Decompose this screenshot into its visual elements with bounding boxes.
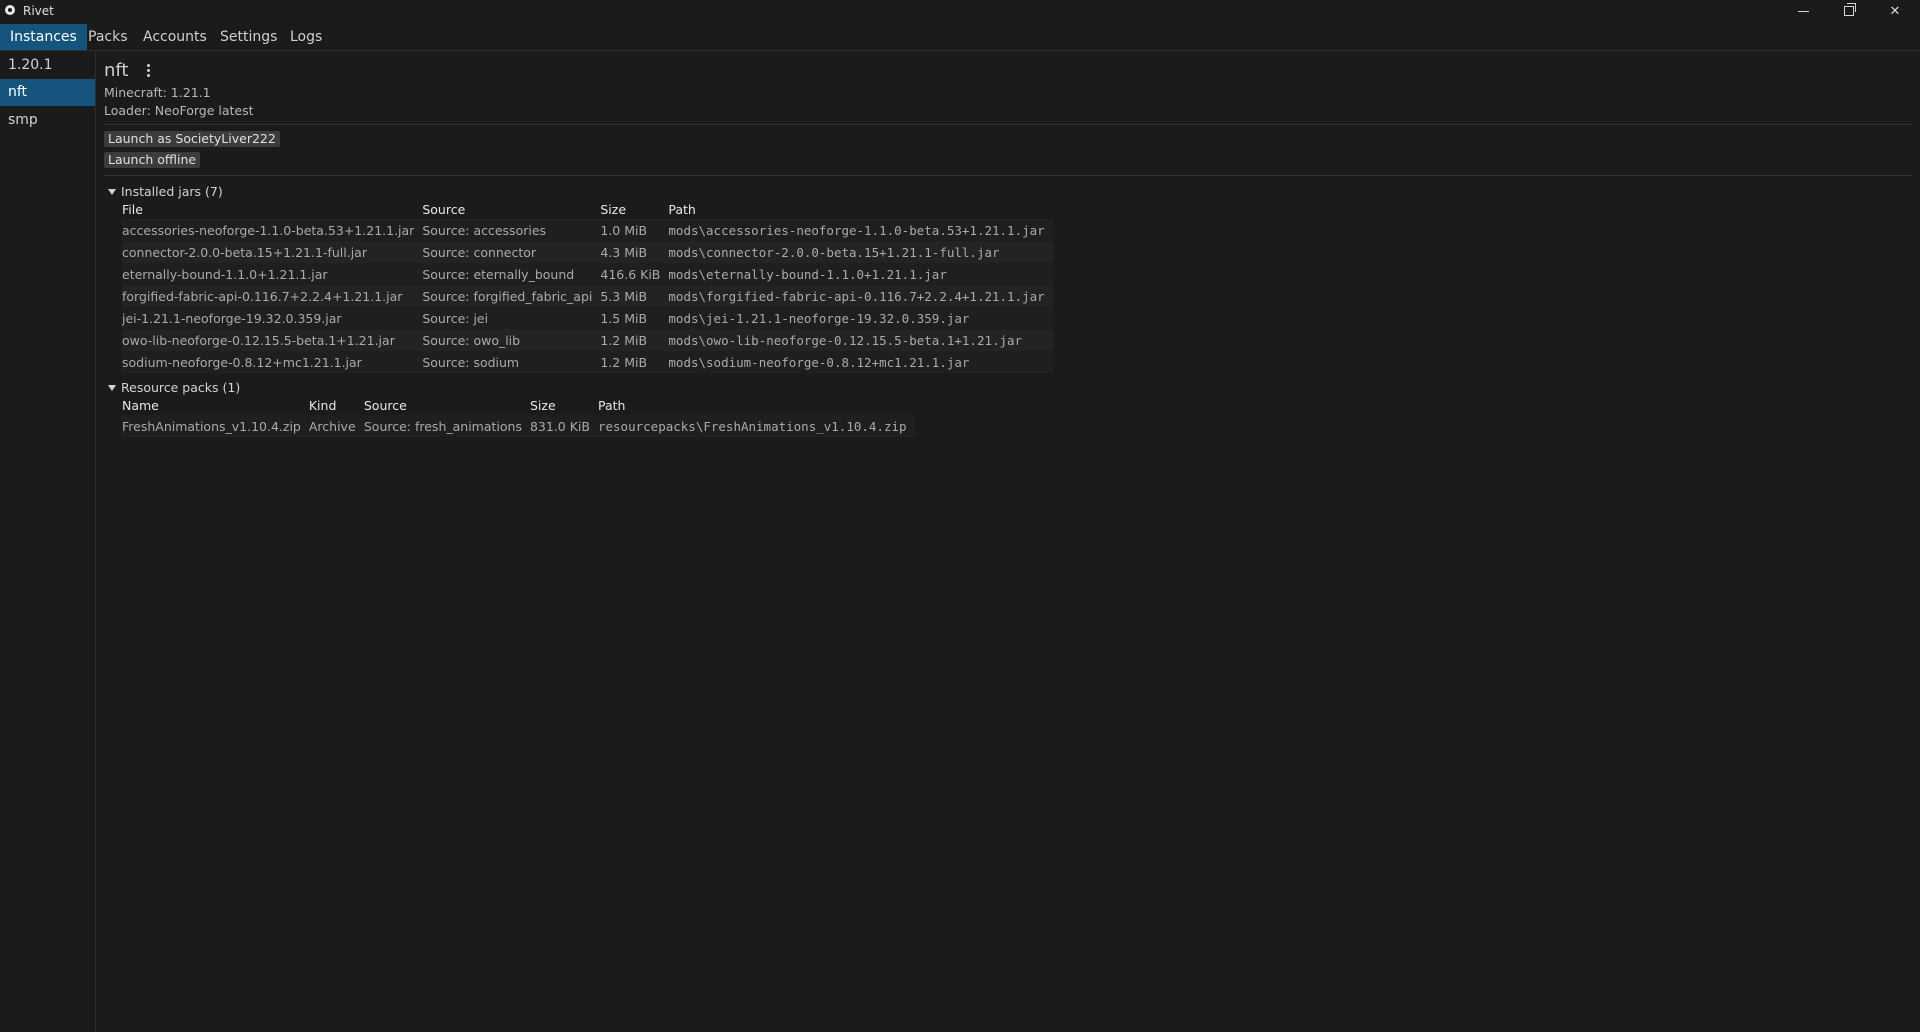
- jar-file: sodium-neoforge-0.8.12+mc1.21.1.jar: [122, 351, 423, 373]
- tab-instances[interactable]: Instances: [0, 24, 87, 50]
- pack-source: Source: fresh_animations: [363, 415, 530, 437]
- jar-size: 1.0 MiB: [600, 219, 669, 241]
- app-logo-icon: [5, 5, 15, 15]
- jar-size: 4.3 MiB: [600, 241, 669, 263]
- close-button[interactable]: ✕: [1872, 0, 1918, 22]
- resource-packs-toggle[interactable]: Resource packs (1): [108, 380, 240, 395]
- installed-jars-toggle[interactable]: Installed jars (7): [108, 184, 223, 199]
- table-row[interactable]: FreshAnimations_v1.10.4.zip Archive Sour…: [122, 415, 915, 437]
- pack-size: 831.0 KiB: [529, 415, 598, 437]
- close-icon: ✕: [1889, 3, 1901, 19]
- jar-file: jei-1.21.1-neoforge-19.32.0.359.jar: [122, 307, 423, 329]
- window-title: Rivet: [23, 4, 54, 18]
- resource-packs-table: Name Kind Source Size Path FreshAnimatio…: [122, 395, 915, 437]
- column-header-kind: Kind: [308, 397, 337, 413]
- jar-size: 416.6 KiB: [600, 263, 669, 285]
- table-header-row: File Source Size Path: [122, 199, 1053, 219]
- table-row[interactable]: connector-2.0.0-beta.15+1.21.1-full.jar …: [122, 241, 1053, 263]
- jar-source: Source: connector: [422, 241, 601, 263]
- divider: [104, 175, 1912, 176]
- jar-file: connector-2.0.0-beta.15+1.21.1-full.jar: [122, 241, 423, 263]
- table-row[interactable]: accessories-neoforge-1.1.0-beta.53+1.21.…: [122, 219, 1053, 241]
- installed-jars-table: File Source Size Path accessories-neofor…: [122, 199, 1053, 373]
- minecraft-version: Minecraft: 1.21.1: [104, 85, 211, 100]
- table-row[interactable]: eternally-bound-1.1.0+1.21.1.jar Source:…: [122, 263, 1053, 285]
- jar-file: eternally-bound-1.1.0+1.21.1.jar: [122, 263, 423, 285]
- main-tab-bar: Instances Packs Accounts Settings Logs: [0, 24, 1920, 51]
- table-header-row: Name Kind Source Size Path: [122, 395, 915, 415]
- jar-path: mods\sodium-neoforge-0.8.12+mc1.21.1.jar: [668, 351, 1053, 373]
- loader-info: Loader: NeoForge latest: [104, 103, 254, 118]
- restore-icon: [1844, 3, 1856, 16]
- sidebar-item-nft[interactable]: nft: [0, 79, 95, 106]
- instance-detail-panel: nft Minecraft: 1.21.1 Loader: NeoForge l…: [104, 51, 1912, 1031]
- jar-size: 1.2 MiB: [600, 351, 669, 373]
- jar-path: mods\forgified-fabric-api-0.116.7+2.2.4+…: [668, 285, 1053, 307]
- launch-offline-button[interactable]: Launch offline: [104, 152, 201, 168]
- tab-accounts[interactable]: Accounts: [133, 24, 217, 50]
- pack-path: resourcepacks\FreshAnimations_v1.10.4.zi…: [597, 415, 915, 437]
- pack-name: FreshAnimations_v1.10.4.zip: [122, 415, 309, 437]
- jar-size: 1.5 MiB: [600, 307, 669, 329]
- tab-logs[interactable]: Logs: [280, 24, 332, 50]
- collapse-triangle-icon: [108, 384, 116, 391]
- pack-kind: Archive: [308, 415, 364, 437]
- jar-source: Source: eternally_bound: [422, 263, 601, 285]
- column-header-source: Source: [363, 397, 407, 413]
- jar-source: Source: forgified_fabric_api: [422, 285, 601, 307]
- table-row[interactable]: sodium-neoforge-0.8.12+mc1.21.1.jar Sour…: [122, 351, 1053, 373]
- jar-path: mods\jei-1.21.1-neoforge-19.32.0.359.jar: [668, 307, 1053, 329]
- jar-source: Source: owo_lib: [422, 329, 601, 351]
- column-header-name: Name: [122, 397, 159, 413]
- instance-sidebar: 1.20.1 nft smp: [0, 51, 96, 1032]
- table-row[interactable]: jei-1.21.1-neoforge-19.32.0.359.jar Sour…: [122, 307, 1053, 329]
- jar-file: accessories-neoforge-1.1.0-beta.53+1.21.…: [122, 219, 423, 241]
- launch-as-button[interactable]: Launch as SocietyLiver222: [104, 131, 280, 147]
- maximize-button[interactable]: [1826, 0, 1872, 22]
- jar-file: forgified-fabric-api-0.116.7+2.2.4+1.21.…: [122, 285, 423, 307]
- collapse-triangle-icon: [108, 188, 116, 195]
- jar-source: Source: jei: [422, 307, 601, 329]
- app-window: Rivet ✕ Instances Packs Accounts Setting…: [0, 0, 1920, 1032]
- jar-path: mods\connector-2.0.0-beta.15+1.21.1-full…: [668, 241, 1053, 263]
- jar-size: 5.3 MiB: [600, 285, 669, 307]
- column-header-size: Size: [529, 397, 556, 413]
- tab-packs[interactable]: Packs: [78, 24, 138, 50]
- instance-title: nft: [104, 60, 129, 81]
- divider: [104, 124, 1912, 125]
- minimize-icon: [1797, 10, 1809, 12]
- resource-packs-header: Resource packs (1): [121, 380, 241, 395]
- jar-path: mods\owo-lib-neoforge-0.12.15.5-beta.1+1…: [668, 329, 1053, 351]
- column-header-file: File: [122, 201, 143, 217]
- sidebar-item-smp[interactable]: smp: [0, 107, 95, 134]
- more-options-icon[interactable]: [144, 63, 152, 79]
- minimize-button[interactable]: [1780, 0, 1826, 22]
- jar-path: mods\eternally-bound-1.1.0+1.21.1.jar: [668, 263, 1053, 285]
- column-header-path: Path: [668, 201, 696, 217]
- jar-path: mods\accessories-neoforge-1.1.0-beta.53+…: [668, 219, 1053, 241]
- tab-settings[interactable]: Settings: [210, 24, 287, 50]
- jar-size: 1.2 MiB: [600, 329, 669, 351]
- jar-source: Source: sodium: [422, 351, 601, 373]
- jar-source: Source: accessories: [422, 219, 601, 241]
- column-header-size: Size: [600, 201, 627, 217]
- column-header-source: Source: [422, 201, 466, 217]
- sidebar-item-1-20-1[interactable]: 1.20.1: [0, 52, 95, 79]
- column-header-path: Path: [597, 397, 626, 413]
- jar-file: owo-lib-neoforge-0.12.15.5-beta.1+1.21.j…: [122, 329, 423, 351]
- installed-jars-header: Installed jars (7): [121, 184, 223, 199]
- title-bar: Rivet ✕: [0, 0, 1920, 22]
- table-row[interactable]: forgified-fabric-api-0.116.7+2.2.4+1.21.…: [122, 285, 1053, 307]
- table-row[interactable]: owo-lib-neoforge-0.12.15.5-beta.1+1.21.j…: [122, 329, 1053, 351]
